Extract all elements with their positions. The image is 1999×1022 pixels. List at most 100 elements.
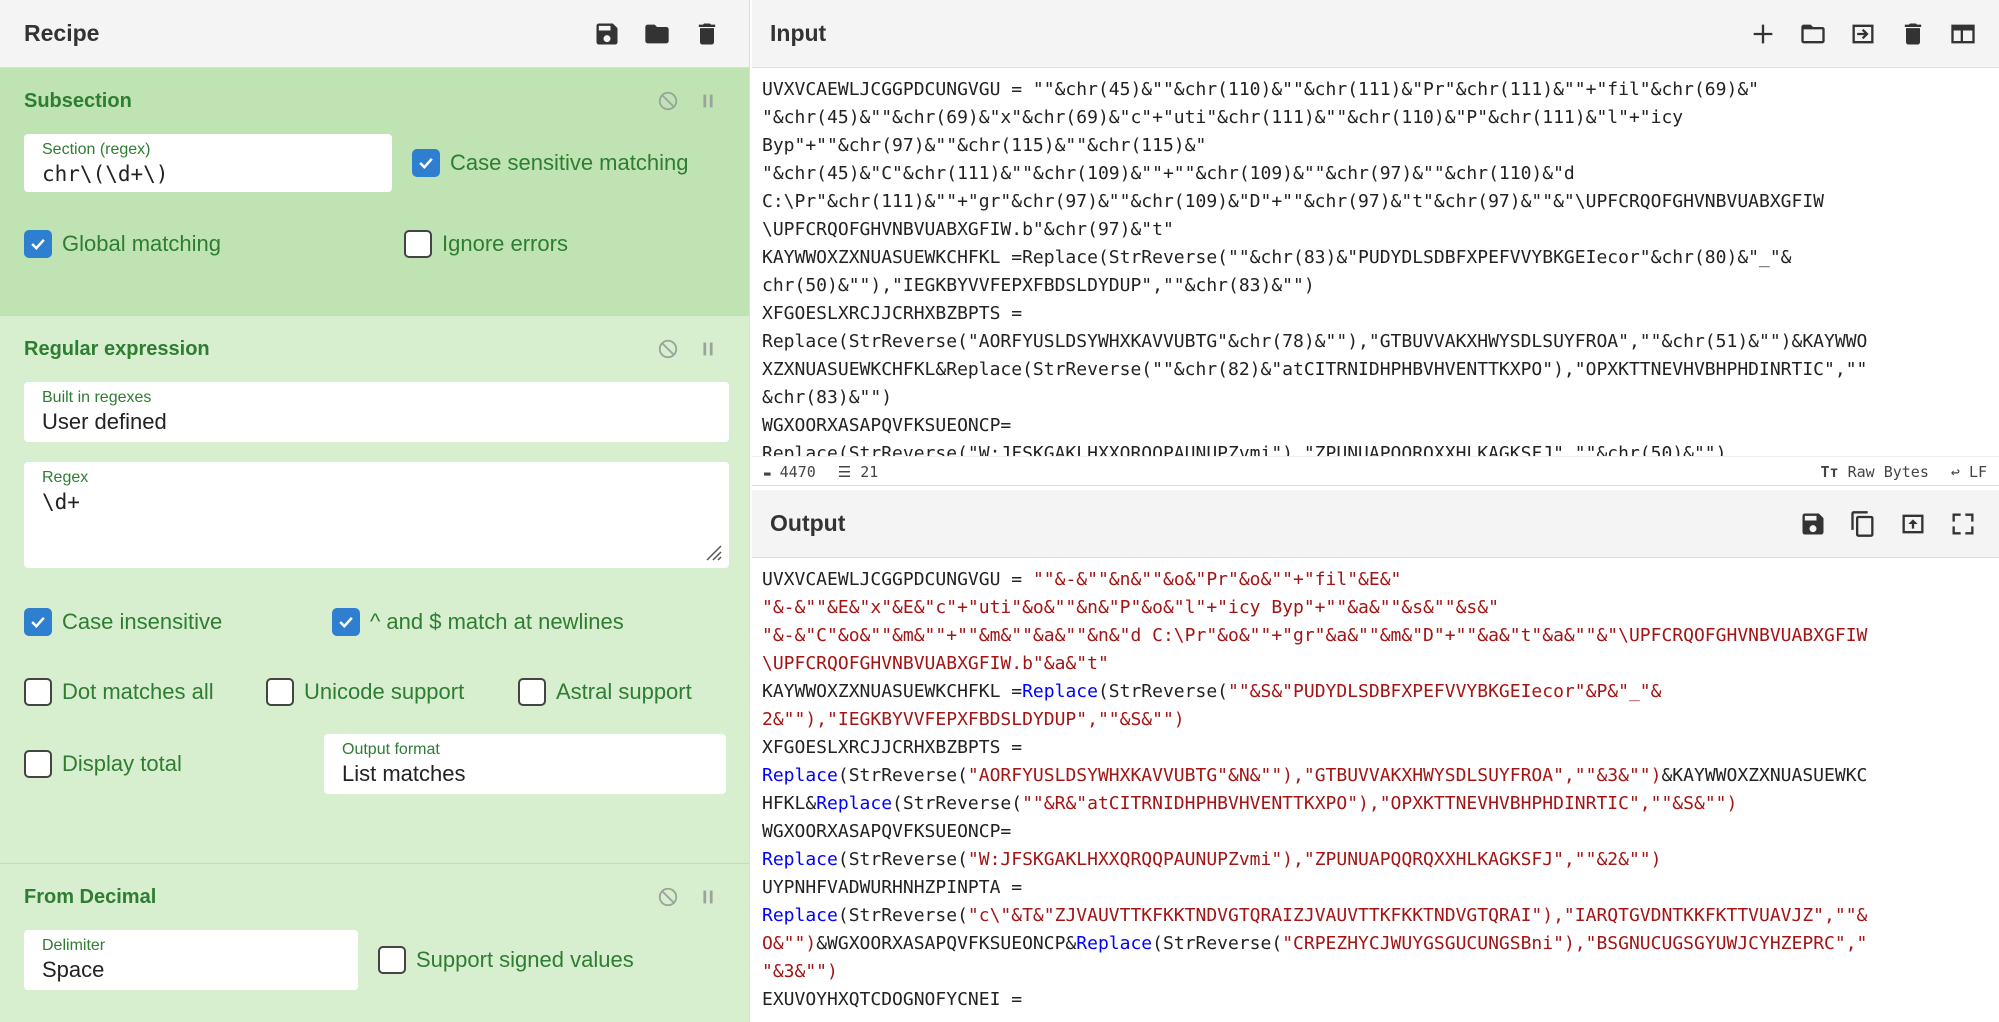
output-token: Replace (1076, 933, 1153, 954)
disable-operation-icon[interactable] (657, 338, 679, 360)
checkbox-label: Ignore errors (442, 231, 568, 256)
output-line: WGXOORXASAPQVFKSUEONCP= (762, 818, 1989, 846)
case-insensitive-checkbox[interactable]: Case insensitive (24, 608, 332, 636)
astral-support-checkbox[interactable]: Astral support (518, 678, 692, 706)
output-token: Replace (762, 849, 838, 870)
dot-matches-all-checkbox[interactable]: Dot matches all (24, 678, 266, 706)
ignore-errors-checkbox[interactable]: Ignore errors (404, 230, 568, 258)
copy-output-icon[interactable] (1845, 506, 1881, 542)
breakpoint-pause-icon[interactable] (697, 90, 719, 112)
checkbox-checked-icon[interactable] (24, 608, 52, 636)
maximise-output-icon[interactable] (1945, 506, 1981, 542)
output-line: "&-&""&E&"x"&E&"c"+"uti"&o&""&n&"P"&o&"l… (762, 594, 1989, 622)
checkbox-label: Support signed values (416, 947, 634, 972)
regular-expression-operation[interactable]: Regular expression Built in regexes User… (0, 316, 749, 864)
case-sensitive-checkbox[interactable]: Case sensitive matching (412, 149, 688, 177)
output-token: (StrReverse( (1097, 681, 1228, 702)
checkbox-checked-icon[interactable] (332, 608, 360, 636)
char-count-indicator: ▬ 4470 (764, 463, 816, 481)
output-line: 2&""),"IEGKBYVVFEPXFBDSLDYDUP",""&S&"") (762, 706, 1989, 734)
checkbox-checked-icon[interactable] (412, 149, 440, 177)
save-recipe-icon[interactable] (589, 16, 625, 52)
from-decimal-operation[interactable]: From Decimal Delimiter Space Support sig… (0, 864, 749, 1022)
output-token: (StrReverse( (1152, 933, 1283, 954)
delimiter-select[interactable]: Delimiter Space (24, 930, 358, 990)
open-folder-icon[interactable] (1795, 16, 1831, 52)
unicode-support-checkbox[interactable]: Unicode support (266, 678, 518, 706)
section-regex-field[interactable]: Section (regex) chr\(\d+\) (24, 134, 392, 192)
output-pane: Output UVXVCAEWLJCGGPDCUNGVGU = ""&-&""&… (752, 490, 1999, 1022)
regex-input[interactable]: \d+ (42, 490, 80, 514)
output-token: Replace (816, 793, 893, 814)
checkbox-label: Case insensitive (62, 609, 223, 634)
input-header: Input (752, 0, 1999, 68)
clear-input-trash-icon[interactable] (1895, 16, 1931, 52)
input-textarea[interactable]: UVXVCAEWLJCGGPDCUNGVGU = ""&chr(45)&""&c… (752, 68, 1999, 456)
output-token: WGXOORXASAPQVFKSUEONCP= (762, 821, 1012, 842)
builtin-regexes-select[interactable]: Built in regexes User defined (24, 382, 729, 442)
support-signed-values-checkbox[interactable]: Support signed values (378, 946, 634, 974)
output-textarea[interactable]: UVXVCAEWLJCGGPDCUNGVGU = ""&-&""&n&""&o&… (752, 558, 1999, 1022)
checkbox-label: Display total (62, 751, 182, 776)
section-regex-input[interactable]: chr\(\d+\) (42, 162, 168, 186)
disable-operation-icon[interactable] (657, 90, 679, 112)
clear-recipe-trash-icon[interactable] (689, 16, 725, 52)
multiline-checkbox[interactable]: ^ and $ match at newlines (332, 608, 624, 636)
subsection-operation[interactable]: Subsection Section (regex) chr\(\d+\) Ca… (0, 68, 749, 316)
checkbox-label: Case sensitive matching (450, 150, 689, 175)
output-token: UYPNHFVADWURHNHZPINPTA = (762, 877, 1023, 898)
output-token: 2&""),"IEGKBYVVFEPXFBDSLDYDUP",""&S&"") (762, 709, 1185, 730)
encoding-label: Raw Bytes (1847, 462, 1929, 481)
output-line: Replace(StrReverse("c\"&T&"ZJVAUVTTKFKKT… (762, 902, 1989, 930)
encoding-selector[interactable]: Tт Raw Bytes (1821, 463, 1929, 481)
textarea-resize-handle-icon[interactable] (703, 542, 723, 562)
input-status-bar: ▬ 4470 ☰ 21 Tт Raw Bytes ↩ LF (752, 456, 1999, 486)
checkbox-unchecked-icon[interactable] (24, 678, 52, 706)
eol-selector[interactable]: ↩ LF (1951, 463, 1987, 481)
checkbox-checked-icon[interactable] (24, 230, 52, 258)
char-count: 4470 (779, 462, 816, 481)
char-count-icon: ▬ (764, 466, 771, 480)
return-arrow-icon: ↩ (1950, 462, 1960, 481)
output-token: EXUVOYHXQTCDOGNOFYCNEI = (762, 989, 1023, 1010)
load-recipe-folder-icon[interactable] (639, 16, 675, 52)
output-token: ""&R&"atCITRNIDHPHBVHVENTTKXPO"),"OPXKTT… (1022, 793, 1738, 814)
breakpoint-pause-icon[interactable] (697, 886, 719, 908)
checkbox-unchecked-icon[interactable] (266, 678, 294, 706)
eol-label: LF (1968, 462, 1987, 481)
reset-layout-icon[interactable] (1945, 16, 1981, 52)
output-token: "&-&"C"&o&""&m&""+""&m&""&a&""&n&"d C:\P… (762, 625, 1868, 646)
checkbox-unchecked-icon[interactable] (378, 946, 406, 974)
line-count: 21 (860, 462, 879, 481)
checkbox-unchecked-icon[interactable] (24, 750, 52, 778)
output-token: "&-&""&E&"x"&E&"c"+"uti"&o&""&n&"P"&o&"l… (762, 597, 1499, 618)
input-line: &chr(83)&"") (762, 387, 893, 408)
disable-operation-icon[interactable] (657, 886, 679, 908)
save-output-icon[interactable] (1795, 506, 1831, 542)
display-total-checkbox[interactable]: Display total (24, 750, 324, 778)
checkbox-label: Unicode support (304, 679, 465, 704)
recipe-pane: Recipe Subsection Section (regex) chr\(\… (0, 0, 750, 1022)
output-line: O&"")&WGXOORXASAPQVFKSUEONCP&Replace(Str… (762, 930, 1989, 958)
line-count-indicator: ☰ 21 (838, 463, 879, 481)
global-matching-checkbox[interactable]: Global matching (24, 230, 404, 258)
checkbox-unchecked-icon[interactable] (518, 678, 546, 706)
output-token: UVXVCAEWLJCGGPDCUNGVGU = (762, 569, 1033, 590)
checkbox-unchecked-icon[interactable] (404, 230, 432, 258)
output-format-select[interactable]: Output format List matches (324, 734, 726, 794)
builtin-regexes-label: Built in regexes (42, 389, 152, 406)
output-token: (StrReverse( (837, 849, 968, 870)
breakpoint-pause-icon[interactable] (697, 338, 719, 360)
add-tab-plus-icon[interactable] (1745, 16, 1781, 52)
replace-input-with-output-icon[interactable] (1895, 506, 1931, 542)
open-file-import-icon[interactable] (1845, 16, 1881, 52)
output-line: XFGOESLXRCJJCRHXBZBPTS = (762, 734, 1989, 762)
regex-label: Regex (42, 469, 89, 486)
input-line: \UPFCRQOFGHVNBVUABXGFIW.b"&chr(97)&"t" (762, 219, 1174, 240)
regex-textarea[interactable]: Regex \d+ (24, 462, 729, 568)
output-token: "W:JFSKGAKLHXXQRQQPAUNUPZvmi"),"ZPUNUAPQ… (967, 849, 1662, 870)
output-token: (StrReverse( (837, 765, 968, 786)
output-token: Replace (1022, 681, 1098, 702)
output-token: (StrReverse( (892, 793, 1023, 814)
operation-title: Regular expression (24, 337, 210, 360)
